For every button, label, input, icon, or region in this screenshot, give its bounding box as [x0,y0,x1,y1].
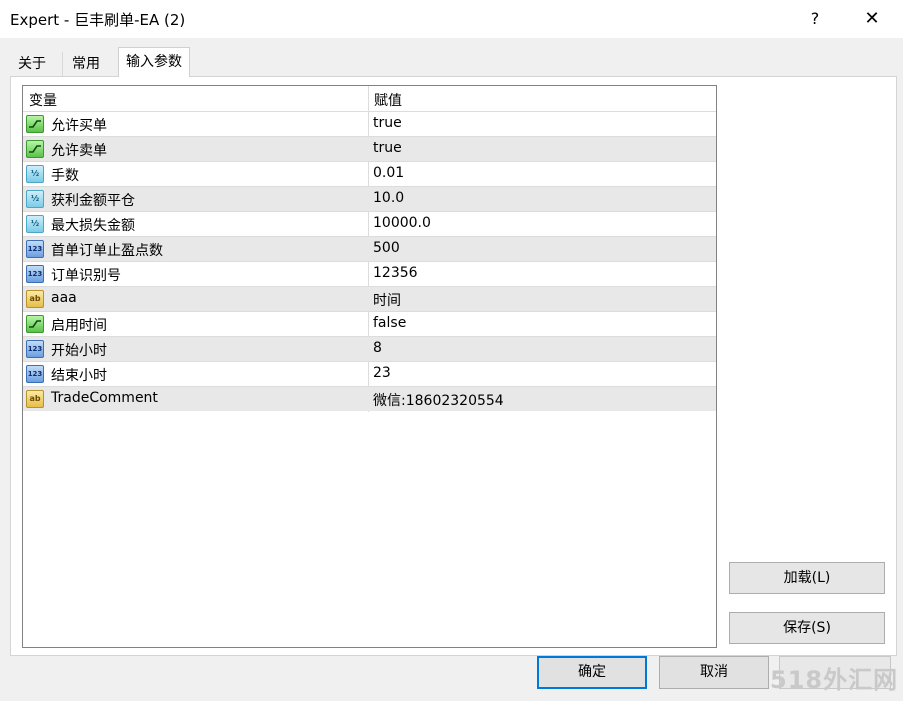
parameter-row[interactable]: ½ 手数 0.01 [23,161,716,186]
parameter-value[interactable]: 10000.0 [373,215,431,231]
parameter-row[interactable]: ½ 最大损失金额 10000.0 [23,211,716,236]
parameter-name: 开始小时 [51,343,107,359]
parameter-value[interactable]: true [373,140,402,156]
close-button[interactable]: ✕ [855,4,889,34]
parameter-row[interactable]: 允许卖单 true [23,136,716,161]
fraction-icon: ½ [26,215,44,233]
save-button[interactable]: 保存(S) [729,612,885,644]
parameter-value[interactable]: true [373,115,402,131]
parameter-name: aaa [51,290,77,306]
parameter-row[interactable]: 启用时间 false [23,311,716,336]
parameter-name: TradeComment [51,390,158,406]
cancel-button[interactable]: 取消 [659,656,769,689]
parameter-value[interactable]: 23 [373,365,391,381]
parameter-value[interactable]: 12356 [373,265,418,281]
parameter-name: 手数 [51,168,79,184]
parameter-row[interactable]: 允许买单 true [23,111,716,136]
watermark: 518外汇网 [770,666,899,694]
integer-icon: 123 [26,365,44,383]
parameter-row[interactable]: 123 开始小时 8 [23,336,716,361]
fraction-icon: ½ [26,165,44,183]
parameter-value[interactable]: 500 [373,240,400,256]
parameter-row[interactable]: ½ 获利金额平仓 10.0 [23,186,716,211]
parameter-name: 首单订单止盈点数 [51,243,163,259]
parameter-value[interactable]: 时间 [373,290,401,310]
fraction-icon: ½ [26,190,44,208]
column-header-variable[interactable]: 变量 [29,90,57,110]
tab-about[interactable]: 关于 [11,51,53,77]
parameter-row[interactable]: 123 结束小时 23 [23,361,716,386]
parameter-name: 获利金额平仓 [51,193,135,209]
tab-input-parameters[interactable]: 输入参数 [118,47,190,77]
integer-icon: 123 [26,265,44,283]
column-header-value[interactable]: 赋值 [374,90,402,110]
parameter-value[interactable]: 8 [373,340,382,356]
parameter-row[interactable]: ab aaa 时间 [23,286,716,311]
parameter-name: 订单识别号 [51,268,121,284]
parameter-row[interactable]: ab TradeComment 微信:18602320554 [23,386,716,411]
parameter-value[interactable]: 0.01 [373,165,404,181]
toggle-icon [26,140,44,158]
parameters-grid[interactable]: 变量 赋值 允许买单 true 允许卖单 true ½ 手数 0.01 ½ 获利金额平仓 10.0… [22,85,717,648]
parameter-row[interactable]: 123 订单识别号 12356 [23,261,716,286]
load-button[interactable]: 加载(L) [729,562,885,594]
text-icon: ab [26,390,44,408]
toggle-icon [26,115,44,133]
parameter-value[interactable]: false [373,315,406,331]
help-button[interactable]: ? [800,4,830,34]
tab-common[interactable]: 常用 [65,51,107,77]
tab-divider [62,52,63,76]
integer-icon: 123 [26,240,44,258]
parameter-name: 最大损失金额 [51,218,135,234]
toggle-icon [26,315,44,333]
title-bar: Expert - 巨丰刷单-EA (2) ? ✕ [0,0,903,38]
parameter-name: 结束小时 [51,368,107,384]
window-title: Expert - 巨丰刷单-EA (2) [10,11,186,29]
parameter-row[interactable]: 123 首单订单止盈点数 500 [23,236,716,261]
parameter-name: 允许卖单 [51,143,107,159]
parameter-name: 允许买单 [51,118,107,134]
parameter-value[interactable]: 10.0 [373,190,404,206]
text-icon: ab [26,290,44,308]
integer-icon: 123 [26,340,44,358]
ok-button[interactable]: 确定 [537,656,647,689]
parameter-value[interactable]: 微信:18602320554 [373,390,504,410]
grid-header: 变量 赋值 [23,86,716,111]
parameter-name: 启用时间 [51,318,107,334]
